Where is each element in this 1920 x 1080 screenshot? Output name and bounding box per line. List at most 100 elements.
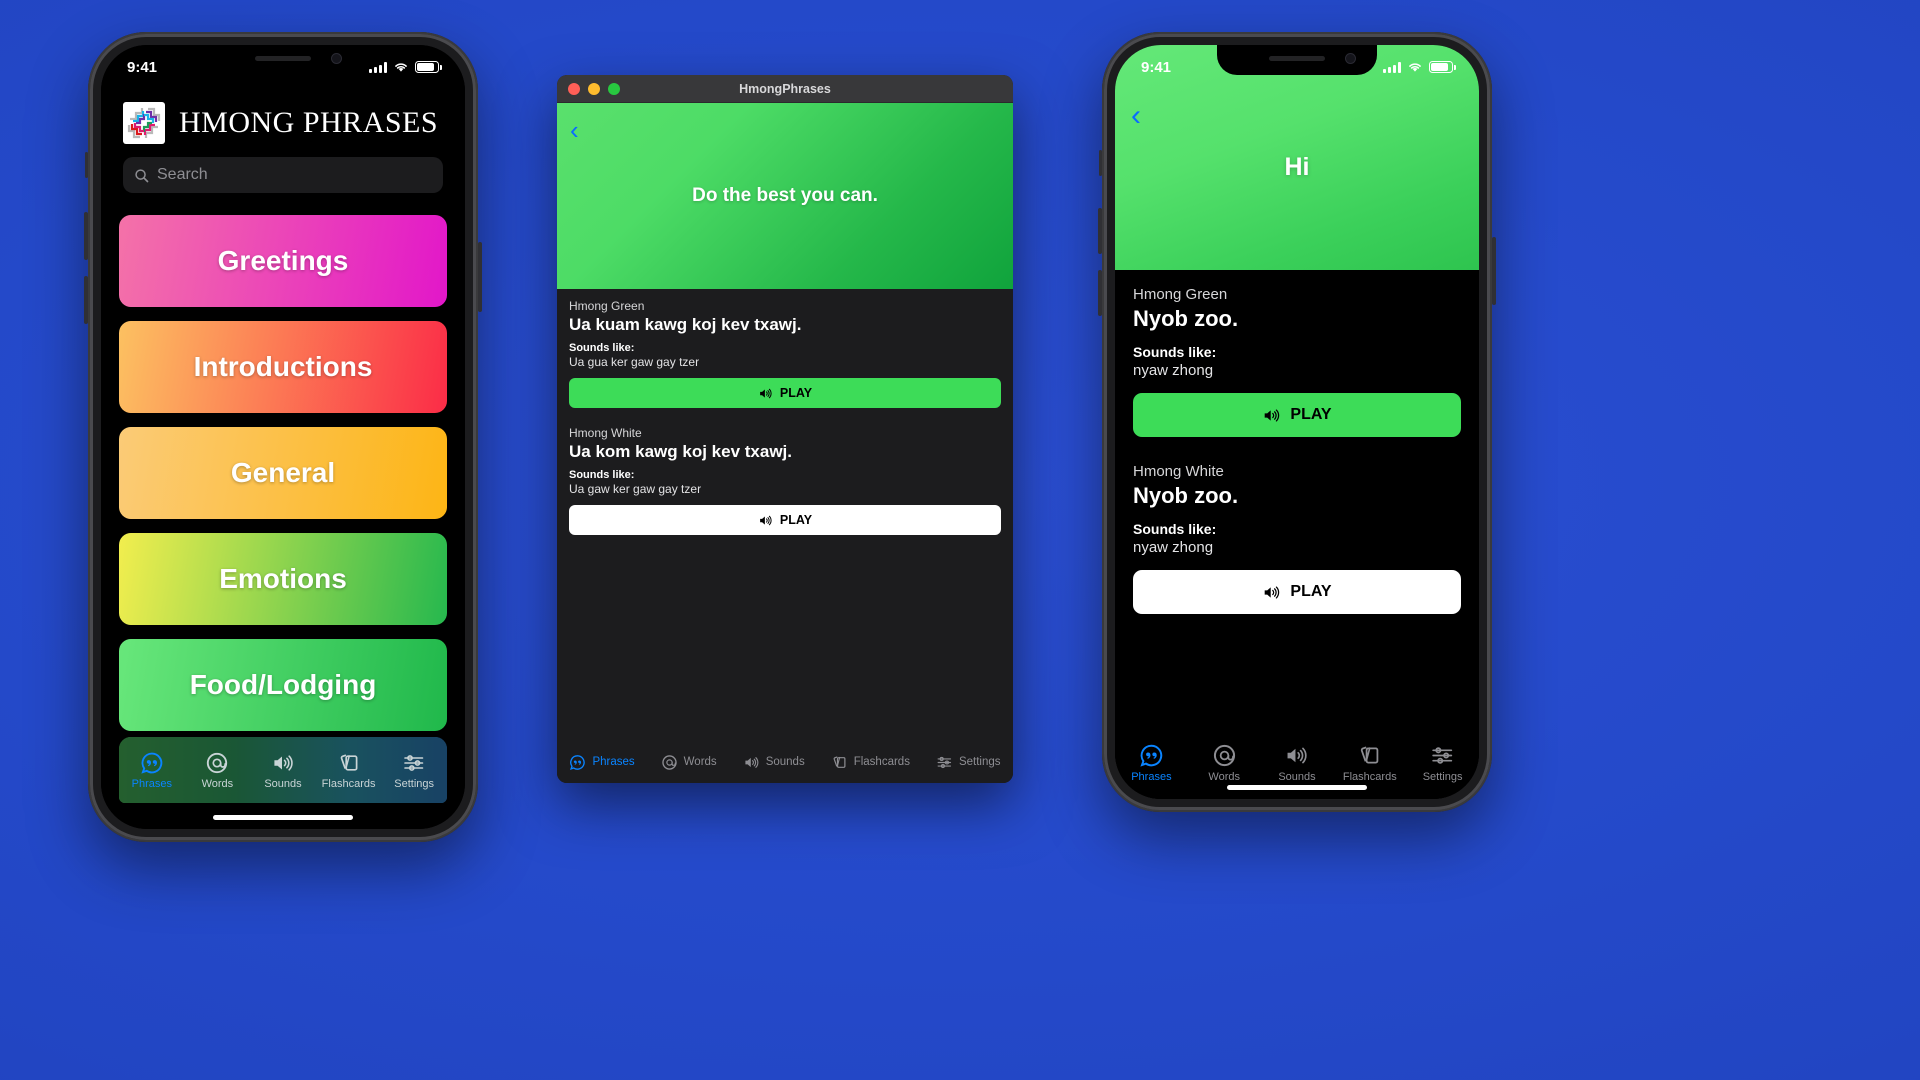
tab-label: Phrases xyxy=(131,777,172,790)
home-indicator xyxy=(1227,785,1367,790)
earpiece-speaker xyxy=(1269,56,1325,61)
sliders-icon xyxy=(937,756,952,768)
status-time: 9:41 xyxy=(127,58,158,76)
search-input[interactable]: Search xyxy=(123,157,443,193)
tab-phrases[interactable]: Phrases xyxy=(1115,727,1188,799)
play-button[interactable]: PLAY xyxy=(1133,570,1461,614)
sounds-like-value: nyaw zhong xyxy=(1133,362,1214,379)
tab-settings[interactable]: Settings xyxy=(936,754,1001,771)
tab-label: Words xyxy=(1208,771,1240,783)
search-icon xyxy=(135,168,149,182)
category-label: General xyxy=(230,457,336,488)
sounds-like-label: Sounds like: xyxy=(569,469,635,481)
tab-flashcards[interactable]: Flashcards xyxy=(831,754,910,771)
phrase-hero-banner: ‹ Do the best you can. xyxy=(557,103,1013,289)
speaker-wave-icon xyxy=(760,515,772,525)
play-button[interactable]: PLAY xyxy=(1133,393,1461,437)
category-list: Greetings Introductions General Emotions Foo… xyxy=(119,215,447,731)
wifi-icon xyxy=(395,63,407,72)
category-button[interactable]: Greetings xyxy=(119,215,447,307)
at-sign-icon xyxy=(1213,744,1235,767)
cellular-bars-icon xyxy=(369,61,387,73)
speaker-wave-icon xyxy=(274,754,293,771)
play-button[interactable]: PLAY xyxy=(569,378,1001,408)
category-label: Food/Lodging xyxy=(189,669,377,700)
traffic-lights xyxy=(568,82,620,95)
speech-bubble-quote-icon xyxy=(141,752,163,774)
hmong-pattern-logo xyxy=(123,102,165,144)
phone-right-screen: ‹ Hi 9:41 Hmong Green Nyob zoo. Sounds l… xyxy=(1115,45,1479,799)
tab-words[interactable]: Words xyxy=(185,737,251,803)
play-label: PLAY xyxy=(779,513,813,527)
close-button[interactable] xyxy=(568,82,580,95)
play-label: PLAY xyxy=(1290,406,1332,423)
tab-sounds[interactable]: Sounds xyxy=(743,754,805,771)
tab-flashcards[interactable]: Flashcards xyxy=(316,737,382,803)
status-time: 9:41 xyxy=(1141,58,1172,76)
page-title: HMONG PHRASES xyxy=(179,106,439,139)
category-button[interactable]: Emotions xyxy=(119,533,447,625)
chevron-left-icon[interactable]: ‹ xyxy=(1131,101,1141,131)
tab-label: Flashcards xyxy=(321,777,376,790)
search-placeholder: Search xyxy=(157,166,208,183)
tab-sounds[interactable]: Sounds xyxy=(250,737,316,803)
phrase-entry: Hmong White Nyob zoo. Sounds like: nyaw zho… xyxy=(1133,463,1461,614)
phone-volume-down xyxy=(84,276,88,324)
tab-label: Sounds xyxy=(1278,771,1316,783)
battery-icon xyxy=(1429,61,1456,73)
at-sign-icon xyxy=(661,754,677,770)
dialect-label: Hmong White xyxy=(1133,463,1224,480)
phone-volume-up xyxy=(1098,208,1102,254)
tab-phrases[interactable]: Phrases xyxy=(119,737,185,803)
speaker-wave-icon xyxy=(745,756,759,768)
tab-label: Words xyxy=(683,756,717,768)
tab-words[interactable]: Words xyxy=(661,754,717,771)
phrase-text: Nyob zoo. xyxy=(1133,483,1239,508)
tab-label: Phrases xyxy=(1131,771,1172,783)
minimize-button[interactable] xyxy=(588,82,600,95)
battery-icon xyxy=(415,61,442,73)
tab-phrases[interactable]: Phrases xyxy=(569,754,635,771)
cards-stack-icon xyxy=(1361,746,1379,764)
play-label: PLAY xyxy=(779,386,813,400)
earpiece-speaker xyxy=(255,56,311,61)
tab-label: Flashcards xyxy=(853,756,910,768)
tab-label: Words xyxy=(201,777,234,790)
phone-right-frame: ‹ Hi 9:41 Hmong Green Nyob zoo. Sounds l… xyxy=(1098,32,1496,812)
window-titlebar[interactable]: HmongPhrases xyxy=(557,75,1013,103)
tab-settings[interactable]: Settings xyxy=(381,737,447,803)
category-button[interactable]: General xyxy=(119,427,447,519)
sounds-like-value: Ua gua ker gaw gay tzer xyxy=(569,355,700,369)
chevron-left-icon[interactable]: ‹ xyxy=(570,117,579,143)
cards-stack-icon xyxy=(833,755,846,768)
front-camera xyxy=(332,54,341,63)
speaker-wave-icon xyxy=(1288,747,1308,764)
speaker-wave-icon xyxy=(1265,408,1280,422)
category-label: Emotions xyxy=(219,563,347,594)
phrase-text: Nyob zoo. xyxy=(1133,306,1239,331)
front-camera xyxy=(1346,54,1355,63)
play-button[interactable]: PLAY xyxy=(569,505,1001,535)
play-label: PLAY xyxy=(1290,583,1332,600)
phone-left-frame: 9:41 HMONG PHRASES Search Greetings Intr… xyxy=(84,32,482,842)
sounds-like-label: Sounds like: xyxy=(1133,521,1217,537)
tab-label: Phrases xyxy=(592,756,635,768)
zoom-button[interactable] xyxy=(608,82,620,95)
speech-bubble-quote-icon xyxy=(570,754,586,770)
sounds-like-value: nyaw zhong xyxy=(1133,539,1214,556)
tab-label: Flashcards xyxy=(1342,771,1397,783)
tab-bar: Phrases Words Sounds Flashcards Settings xyxy=(119,737,447,803)
phrase-text: Ua kom kawg koj kev txawj. xyxy=(569,442,792,461)
phone-silent-switch xyxy=(1099,150,1102,176)
category-button[interactable]: Introductions xyxy=(119,321,447,413)
tab-bar: Phrases Words Sounds Flashcards Settings xyxy=(557,741,1013,783)
phone-volume-down xyxy=(1098,270,1102,316)
category-label: Greetings xyxy=(217,245,349,276)
cards-stack-icon xyxy=(340,753,358,771)
dialect-label: Hmong White xyxy=(569,426,642,440)
phone-power-button xyxy=(1492,237,1496,305)
tab-settings[interactable]: Settings xyxy=(1406,727,1479,799)
category-button[interactable]: Food/Lodging xyxy=(119,639,447,731)
tab-label: Settings xyxy=(394,777,435,790)
dialect-label: Hmong Green xyxy=(569,299,645,313)
